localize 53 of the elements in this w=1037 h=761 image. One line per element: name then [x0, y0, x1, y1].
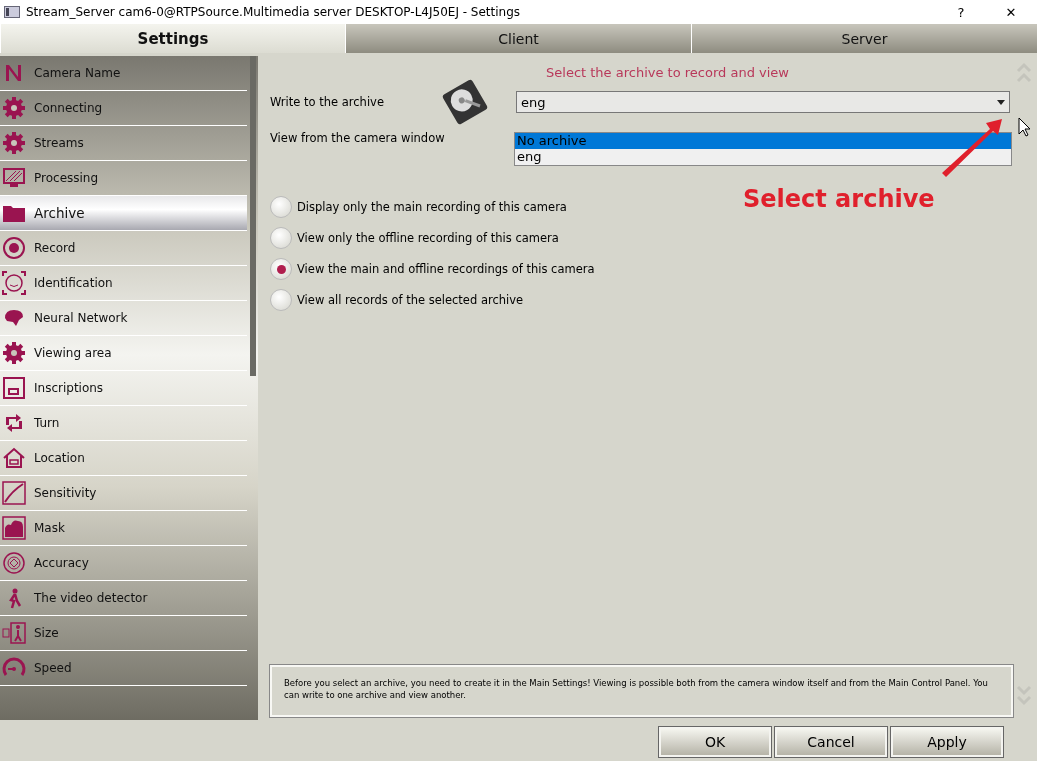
sidebar-item[interactable]: The video detector [0, 581, 247, 616]
monitor-icon [2, 166, 26, 190]
tab[interactable]: Server [691, 24, 1037, 53]
section-heading: Select the archive to record and view [545, 65, 789, 80]
sidebar-item[interactable]: Accuracy [0, 546, 247, 581]
tab[interactable]: Settings [0, 24, 345, 53]
dropdown-option[interactable]: No archive [515, 133, 1011, 149]
dialog-button[interactable]: Apply [891, 727, 1003, 757]
annotation-text: Select archive [743, 185, 935, 213]
record-icon [2, 236, 26, 260]
window-title: Stream_Server cam6-0@RTPSource.Multimedia server DESKTOP-L4J50EJ - Settings [26, 5, 522, 19]
sidebar-item[interactable]: Turn [0, 406, 247, 441]
info-text: Before you select an archive, you need to create it in the Main Settings! Viewing is possible both from the camera window itself and from the Main Control Panel. You can write to one archive and view another. [270, 665, 1013, 717]
radio-label: Display only the main recording of this camera [297, 200, 567, 214]
dialog-button[interactable]: OK [659, 727, 771, 757]
radio-button[interactable] [270, 196, 292, 218]
app-icon [4, 6, 20, 18]
field-label: Write to the archive [270, 95, 385, 109]
sidebar-item[interactable]: Record [0, 231, 247, 266]
radio-button[interactable] [270, 289, 292, 311]
sidebar-item[interactable]: Connecting [0, 91, 247, 126]
radio-label: View the main and offline recordings of this camera [297, 262, 595, 276]
sidebar-item[interactable]: Mask [0, 511, 247, 546]
face-icon [2, 271, 26, 295]
sidebar-item[interactable]: Neural Network [0, 301, 247, 336]
radio-button[interactable] [270, 258, 292, 280]
person-icon [2, 621, 26, 645]
archive-dropdown[interactable]: eng [516, 91, 1010, 113]
sidebar-item[interactable]: Camera Name [0, 56, 247, 91]
sidebar-item[interactable]: Sensitivity [0, 476, 247, 511]
sidebar-item[interactable]: Location [0, 441, 247, 476]
sidebar-item[interactable]: Inscriptions [0, 371, 247, 406]
radio-label: View only the offline recording of this camera [297, 231, 559, 245]
help-button[interactable]: ? [939, 0, 983, 24]
cursor-icon [1018, 117, 1031, 137]
sidebar-item[interactable]: Archive [0, 196, 247, 231]
scrollbar[interactable] [250, 56, 256, 376]
caret-icon [997, 99, 1005, 105]
tab[interactable]: Client [345, 24, 691, 53]
radio-label: View all records of the selected archive [297, 293, 524, 307]
sidebar-item[interactable]: Streams [0, 126, 247, 161]
cloud-icon [2, 516, 26, 540]
window-icon [2, 376, 26, 400]
house-icon [2, 446, 26, 470]
dialog-button[interactable]: Cancel [775, 727, 887, 757]
sidebar-item[interactable]: Size [0, 616, 247, 651]
target-icon [2, 551, 26, 575]
sidebar-item[interactable]: Speed [0, 651, 247, 686]
sidebar-item[interactable]: Identification [0, 266, 247, 301]
radio-button[interactable] [270, 227, 292, 249]
dropdown-option[interactable]: eng [515, 149, 1011, 165]
close-button[interactable]: ✕ [989, 0, 1033, 24]
sidebar-item[interactable]: Viewing area [0, 336, 247, 371]
